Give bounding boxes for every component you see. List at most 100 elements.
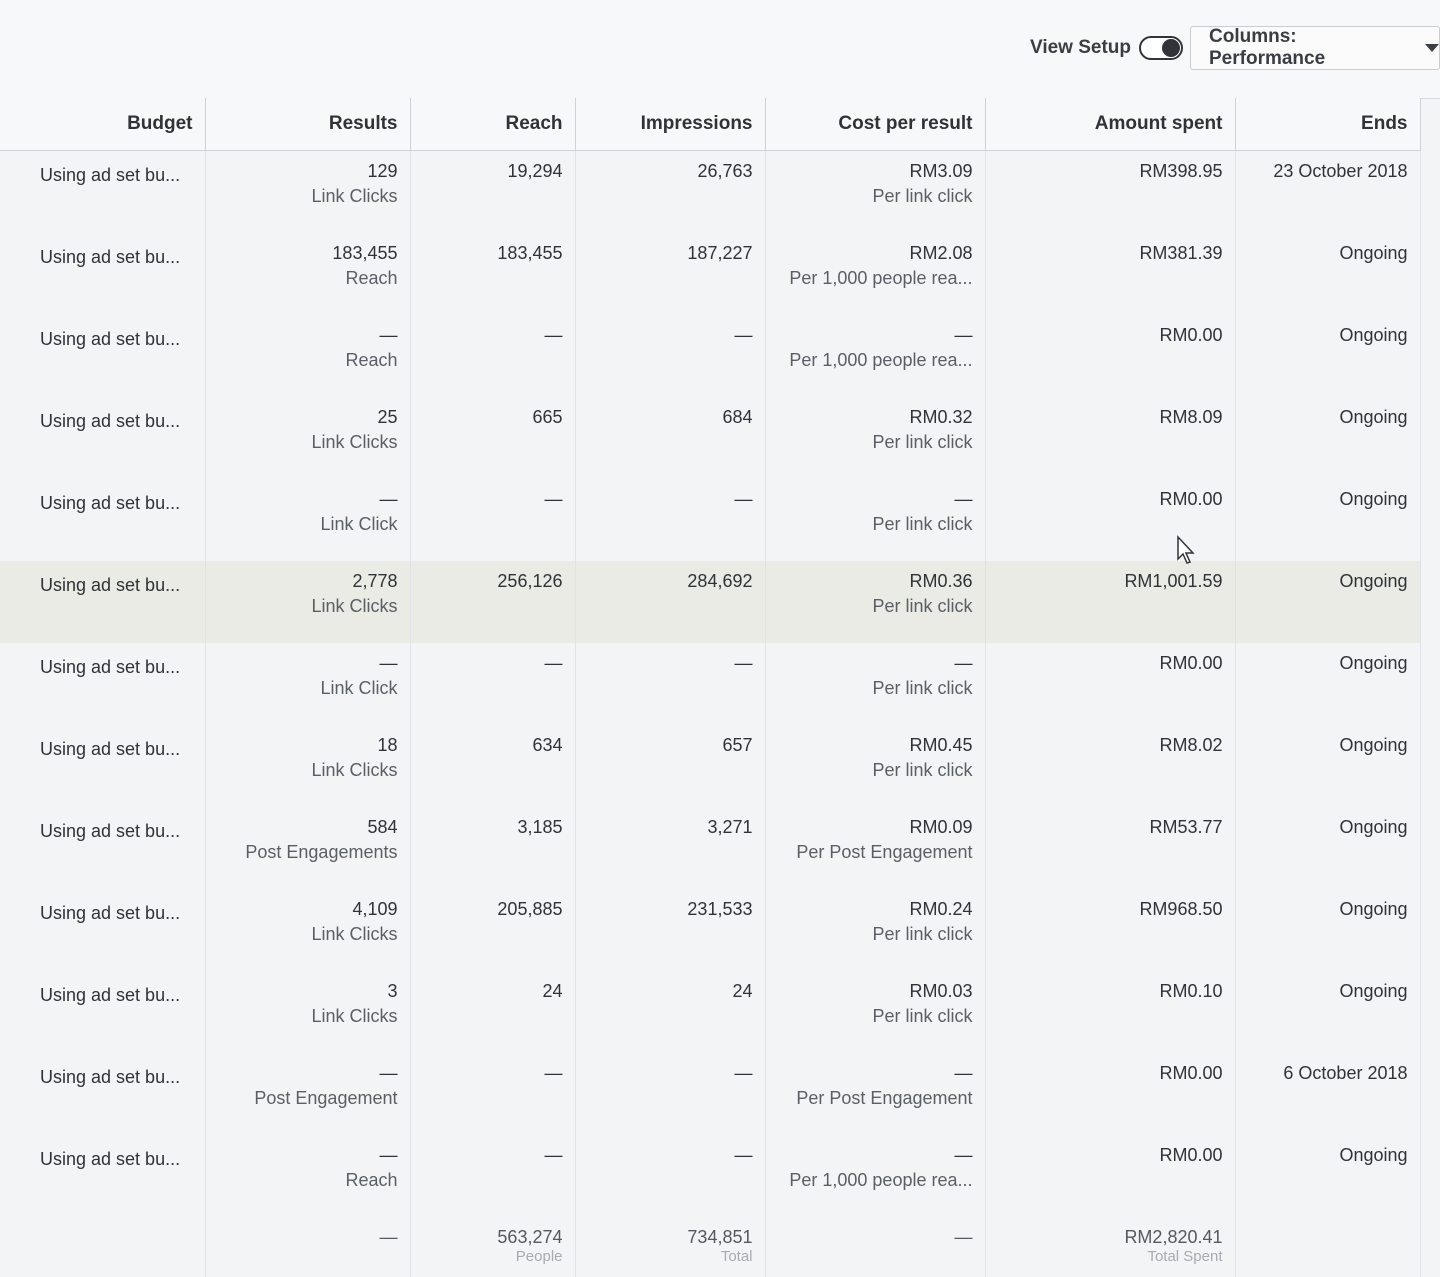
cost-type: Per Post Engagement xyxy=(796,1088,973,1108)
table-row[interactable]: Using ad set bu... 183,455 Reach 183,455 187… xyxy=(0,233,1421,315)
cost-per-result: RM0.03 xyxy=(909,981,973,1001)
impressions: 24 xyxy=(732,981,753,1001)
total-impressions: 734,851 xyxy=(687,1227,753,1247)
ends: Ongoing xyxy=(1339,981,1408,1001)
budget-cell[interactable]: Using ad set bu... xyxy=(0,643,206,725)
budget-cell[interactable]: Using ad set bu... xyxy=(0,150,206,233)
impressions: — xyxy=(734,1063,753,1083)
budget: Using ad set bu... xyxy=(40,329,181,349)
budget-cell[interactable]: Using ad set bu... xyxy=(0,1135,206,1217)
budget-cell[interactable]: Using ad set bu... xyxy=(0,971,206,1053)
results: 129 xyxy=(367,161,398,181)
table-row[interactable]: Using ad set bu... — Post Engagement — — — Per… xyxy=(0,1053,1421,1135)
impressions: 26,763 xyxy=(697,161,753,181)
ends: Ongoing xyxy=(1339,243,1408,263)
impressions-cell: 657 xyxy=(575,725,766,807)
column-header-cost-per-result[interactable]: Cost per result xyxy=(765,98,986,151)
cost-per-result: RM0.24 xyxy=(909,899,973,919)
column-header-impressions[interactable]: Impressions xyxy=(575,98,766,151)
view-setup-label: View Setup xyxy=(1030,37,1132,58)
results-cell: — Reach xyxy=(205,315,411,397)
column-header-results[interactable]: Results xyxy=(205,98,411,151)
table-row[interactable]: Using ad set bu... — Link Click — — — Per link… xyxy=(0,479,1421,561)
table-row[interactable]: Using ad set bu... 25 Link Clicks 665 684 RM0… xyxy=(0,397,1421,479)
budget-cell[interactable]: Using ad set bu... xyxy=(0,889,206,971)
column-header-budget[interactable]: Budget xyxy=(0,98,206,151)
ends-cell: Ongoing xyxy=(1235,315,1421,397)
total-reach: 563,274 xyxy=(497,1227,563,1247)
results-type: Link Clicks xyxy=(311,924,398,944)
cost-per-result: RM0.45 xyxy=(909,735,973,755)
table-row[interactable]: Using ad set bu... — Reach — — — Per 1,000 peo… xyxy=(0,315,1421,397)
view-setup-control[interactable]: View Setup xyxy=(1030,36,1184,60)
column-header-amount-spent[interactable]: Amount spent xyxy=(985,98,1236,151)
ends-cell: Ongoing xyxy=(1235,561,1421,643)
table-row[interactable]: Using ad set bu... 2,778 Link Clicks 256,12… xyxy=(0,561,1421,643)
ends: Ongoing xyxy=(1339,571,1408,591)
table-row[interactable]: Using ad set bu... — Link Click — — — Per link… xyxy=(0,643,1421,725)
impressions: 187,227 xyxy=(687,243,753,263)
budget-cell[interactable]: Using ad set bu... xyxy=(0,1053,206,1135)
column-header-reach[interactable]: Reach xyxy=(410,98,576,151)
amount-spent-cell: RM8.09 xyxy=(985,397,1236,479)
table-row[interactable]: Using ad set bu... — Reach — — — Per 1,000 peo… xyxy=(0,1135,1421,1217)
table-row[interactable]: Using ad set bu... 584 Post Engagements 3,1… xyxy=(0,807,1421,889)
total-budget-cell xyxy=(0,1217,206,1277)
results-cell: — Link Click xyxy=(205,479,411,561)
budget: Using ad set bu... xyxy=(40,493,181,513)
cost-type: Per link click xyxy=(872,596,973,616)
results-cell: 183,455 Reach xyxy=(205,233,411,315)
total-reach-label: People xyxy=(515,1248,563,1265)
ends-cell: Ongoing xyxy=(1235,1135,1421,1217)
ends: Ongoing xyxy=(1339,817,1408,837)
impressions: — xyxy=(734,1145,753,1165)
reach-cell: 19,294 xyxy=(410,150,576,233)
table-row[interactable]: Using ad set bu... 18 Link Clicks 634 657 RM0… xyxy=(0,725,1421,807)
reach-cell: — xyxy=(410,479,576,561)
budget-cell[interactable]: Using ad set bu... xyxy=(0,725,206,807)
impressions: 657 xyxy=(722,735,753,755)
budget-cell[interactable]: Using ad set bu... xyxy=(0,479,206,561)
table-row[interactable]: Using ad set bu... 129 Link Clicks 19,294 26… xyxy=(0,150,1421,233)
amount-spent: RM968.50 xyxy=(1139,899,1223,919)
ads-table: Budget Results Reach Impressions Cost pe… xyxy=(0,98,1421,1277)
impressions-cell: 187,227 xyxy=(575,233,766,315)
columns-dropdown[interactable]: Columns: Performance xyxy=(1190,26,1440,70)
mouse-cursor-icon xyxy=(1177,535,1195,564)
budget-cell[interactable]: Using ad set bu... xyxy=(0,561,206,643)
cost-per-result: — xyxy=(954,1145,973,1165)
amount-spent-cell: RM0.00 xyxy=(985,1053,1236,1135)
amount-spent-cell: RM1,001.59 xyxy=(985,561,1236,643)
results-type: Link Clicks xyxy=(311,760,398,780)
reach: 256,126 xyxy=(497,571,563,591)
table-row[interactable]: Using ad set bu... 3 Link Clicks 24 24 RM0.03… xyxy=(0,971,1421,1053)
ends-cell: Ongoing xyxy=(1235,479,1421,561)
cost-per-result-cell: RM0.03 Per link click xyxy=(765,971,986,1053)
results-cell: — Post Engagement xyxy=(205,1053,411,1135)
budget-cell[interactable]: Using ad set bu... xyxy=(0,807,206,889)
table-row[interactable]: Using ad set bu... 4,109 Link Clicks 205,88… xyxy=(0,889,1421,971)
impressions: — xyxy=(734,489,753,509)
impressions: 231,533 xyxy=(687,899,753,919)
cost-type: Per 1,000 people rea... xyxy=(789,268,973,288)
amount-spent: RM381.39 xyxy=(1139,243,1223,263)
results: 2,778 xyxy=(352,571,398,591)
budget-cell[interactable]: Using ad set bu... xyxy=(0,315,206,397)
ends-cell: Ongoing xyxy=(1235,971,1421,1053)
reach: — xyxy=(544,325,563,345)
budget-cell[interactable]: Using ad set bu... xyxy=(0,233,206,315)
results-type: Post Engagement xyxy=(254,1088,398,1108)
results-cell: — Link Click xyxy=(205,643,411,725)
reach: 205,885 xyxy=(497,899,563,919)
toolbar: View Setup Columns: Performance xyxy=(0,0,1440,99)
cost-per-result-cell: RM0.45 Per link click xyxy=(765,725,986,807)
cost-per-result-cell: — Per link click xyxy=(765,479,986,561)
impressions: — xyxy=(734,653,753,673)
budget: Using ad set bu... xyxy=(40,739,181,759)
amount-spent: RM8.09 xyxy=(1159,407,1223,427)
total-results-cell: — xyxy=(205,1217,411,1277)
budget-cell[interactable]: Using ad set bu... xyxy=(0,397,206,479)
view-setup-toggle[interactable] xyxy=(1139,36,1184,60)
column-header-ends[interactable]: Ends xyxy=(1235,98,1421,151)
impressions-cell: 26,763 xyxy=(575,150,766,233)
